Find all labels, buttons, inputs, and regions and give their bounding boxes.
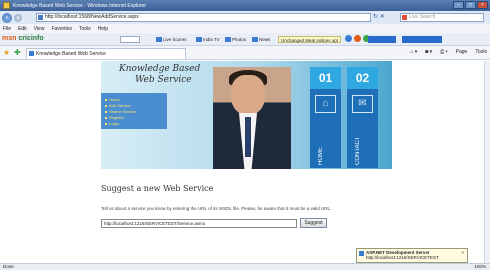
tab-knowledge-based-web-service[interactable]: Knowledge Based Web Service [26,48,186,59]
toolbar-india-tv-button[interactable]: India TV [196,36,220,43]
window-title: Knowledge Based Web Service - Windows In… [13,2,147,9]
vertical-scrollbar[interactable] [484,61,490,263]
msn-toolbar: msn cricinfo Live Scores India TV Photos… [0,33,490,46]
page-content: Knowledge Based Web Service Home Add Ser… [0,61,490,263]
server-icon [359,251,364,256]
close-button[interactable]: × [477,1,488,9]
toolbar-live-scores-button[interactable]: Live Scores [156,36,187,43]
toolbar-search-input[interactable] [120,36,140,43]
toolbar-ticker[interactable]: Unchanged Meat indices opt [278,36,342,43]
window-controls: – □ × [453,1,488,9]
tab-page-icon [29,51,34,56]
tab-row: ★ ✚ Knowledge Based Web Service ⌂ ▾ ◙ ▾ … [0,46,490,60]
form-description: Tell us about a service you know by ente… [101,206,332,211]
live-scores-icon [156,37,162,42]
status-text: Done [3,264,14,269]
nav-link-login[interactable]: Login [105,121,136,126]
dev-server-notification[interactable]: ASP.NET Development Server http://localh… [356,248,468,263]
photos-icon [225,37,231,42]
toolbar-user-field[interactable] [402,36,442,43]
notification-url: http://localhost:1216/SERVICETEST [366,255,439,260]
minimize-button[interactable]: – [453,1,464,9]
site-banner: Knowledge Based Web Service Home Add Ser… [101,61,392,169]
contact-tile[interactable]: 02 ✉ CONTACT [347,67,378,168]
globe-icon[interactable] [345,35,352,42]
menu-edit[interactable]: Edit [18,26,27,32]
home-icon: ⌂ [315,95,336,113]
contact-tile-label: CONTACT [355,136,361,165]
india-tv-icon [196,37,202,42]
page-menu[interactable]: Page [456,49,468,55]
nav-link-add-service[interactable]: Add Service [105,103,136,108]
page-heading: Suggest a new Web Service [101,184,214,193]
command-bar: ⌂ ▾ ◙ ▾ ⎙ ▾ Page Tools [410,49,487,55]
nav-link-register[interactable]: Register [105,115,136,120]
businessman-photo [213,67,291,169]
nav-link-search-service[interactable]: Search Service [105,109,136,114]
home-tile-number: 01 [310,67,341,89]
home-icon[interactable]: ⌂ ▾ [410,49,417,55]
menu-help[interactable]: Help [98,26,108,32]
maximize-button[interactable]: □ [465,1,476,9]
live-search-placeholder: Live Search [409,14,436,20]
feeds-icon[interactable]: ◙ ▾ [425,49,432,55]
tab-label: Knowledge Based Web Service [36,51,106,57]
window-title-bar: Knowledge Based Web Service - Windows In… [0,0,490,11]
live-search-input[interactable]: Live Search [400,13,484,22]
back-button[interactable]: ‹ [2,12,12,23]
menu-file[interactable]: File [3,26,11,32]
favorites-star-icon[interactable]: ★ [3,49,10,57]
contact-tile-number: 02 [347,67,378,89]
site-title-line2: Web Service [135,75,192,85]
news-icon [252,37,258,42]
toolbar-icons [345,35,370,42]
nav-link-home[interactable]: Home [105,97,136,102]
zoom-level[interactable]: 100% [474,264,486,270]
address-field[interactable]: http://localhost:1568/NewAddService.aspx [36,13,371,22]
suggest-button[interactable]: Suggest [300,218,327,228]
forward-button[interactable]: › [14,13,22,22]
print-icon[interactable]: ⎙ ▾ [440,49,448,55]
envelope-icon: ✉ [352,95,373,113]
home-tile-label: HOME [318,147,324,165]
address-toolbar: ‹ › http://localhost:1568/NewAddService.… [0,11,490,24]
toolbar-photos-button[interactable]: Photos [225,36,246,43]
msn-cricinfo-logo[interactable]: msn cricinfo [2,35,44,42]
refresh-icon[interactable]: ↻ ✕ [373,13,385,20]
toolbar-blue-field[interactable] [368,36,396,43]
site-title-line1: Knowledge Based [119,64,201,74]
address-url: http://localhost:1568/NewAddService.aspx [45,14,139,20]
ie-app-icon [3,2,10,9]
menu-tools[interactable]: Tools [79,26,91,32]
menu-view[interactable]: View [34,26,45,32]
live-search-icon [402,15,407,20]
toolbar-news-button[interactable]: News [252,36,270,43]
menu-bar: File Edit View Favorites Tools Help [0,24,490,33]
messenger-icon[interactable] [354,35,361,42]
add-favorite-icon[interactable]: ✚ [14,49,21,57]
site-nav-panel: Home Add Service Search Service Register… [101,93,167,129]
home-tile[interactable]: 01 ⌂ HOME [310,67,341,168]
wsdl-url-input[interactable]: http://localhost:1216/SERVICETEST/Servic… [101,219,297,228]
page-icon [38,15,43,20]
status-bar: Done 100% [0,263,490,270]
tools-menu[interactable]: Tools [475,49,487,55]
notification-close-icon[interactable]: × [461,250,464,255]
menu-favorites[interactable]: Favorites [51,26,72,32]
